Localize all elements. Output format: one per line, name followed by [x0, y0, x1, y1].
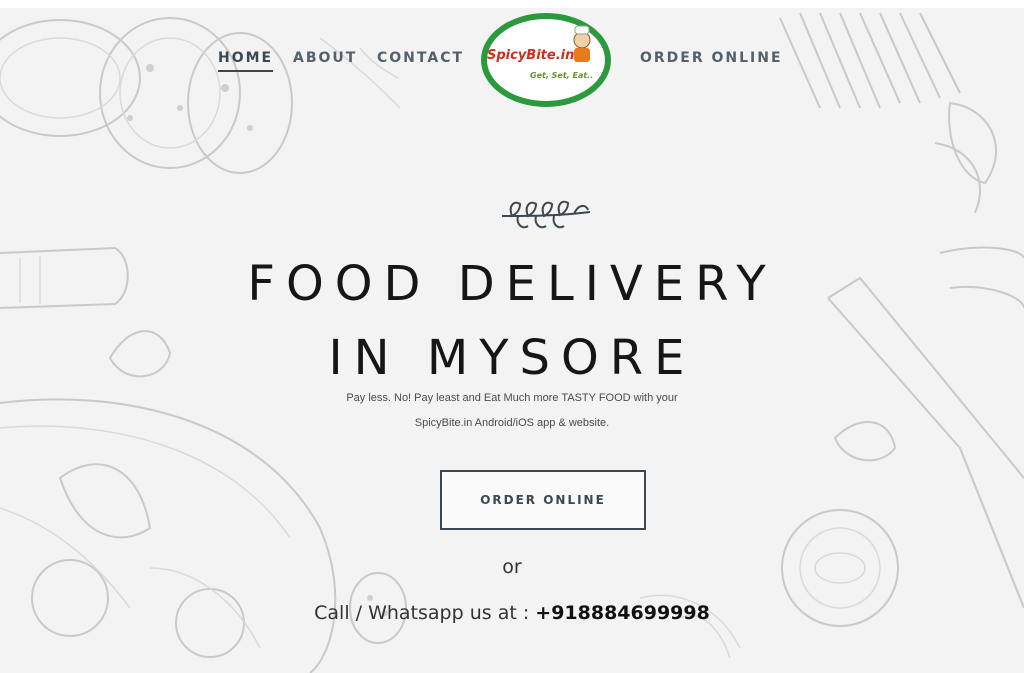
nav-about-link[interactable]: ABOUT [293, 50, 357, 66]
hero-section: HOME ABOUT CONTACT ORDER ONLINE SpicyBit… [0, 8, 1024, 673]
brand-logo[interactable]: SpicyBite.in Get, Set, Eat.. [478, 8, 614, 112]
contact-prefix: Call / Whatsapp us at : [314, 602, 536, 624]
hero-subtitle-line2: SpicyBite.in Android/iOS app & website. [414, 417, 610, 429]
nav-home-link[interactable]: HOME [218, 50, 274, 72]
chef-icon [573, 25, 591, 62]
leaf-sprig-icon [501, 200, 591, 229]
hero-title-line1: FOOD DELIVERY [247, 256, 777, 312]
phone-number-link[interactable]: +918884699998 [535, 602, 710, 624]
nav-contact-link[interactable]: CONTACT [377, 50, 464, 66]
nav-order-online-link[interactable]: ORDER ONLINE [640, 50, 783, 66]
contact-line: Call / Whatsapp us at : +918884699998 [0, 602, 1024, 624]
hero-title-line2: IN MYSORE [328, 330, 696, 386]
hero-subtitle-line1: Pay less. No! Pay least and Eat Much mor… [346, 392, 678, 404]
logo-tagline: Get, Set, Eat.. [530, 71, 594, 80]
or-divider-text: or [502, 556, 522, 578]
logo-name: SpicyBite.in [487, 48, 575, 63]
order-online-button[interactable]: ORDER ONLINE [440, 470, 646, 530]
